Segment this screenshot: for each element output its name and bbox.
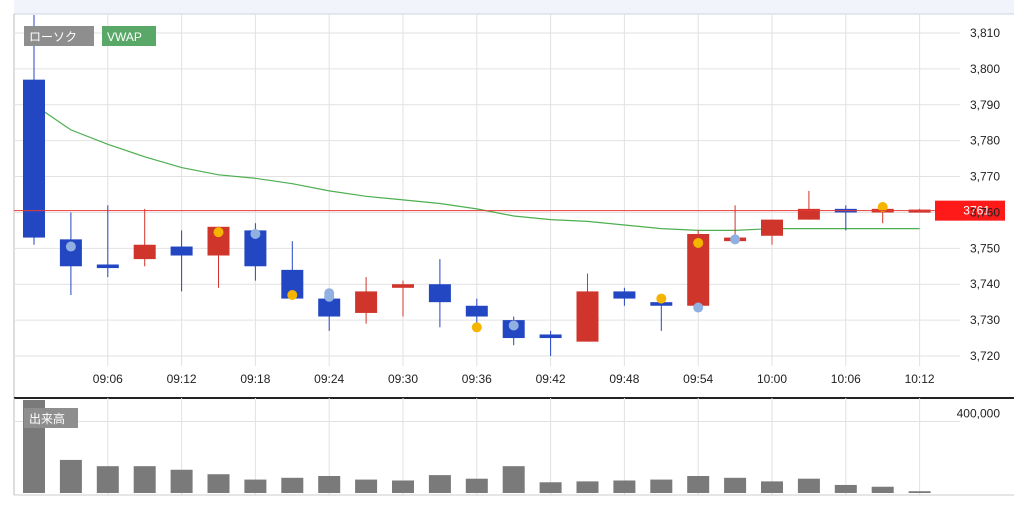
legend-vwap-label: VWAP [107, 30, 142, 44]
time-tick-label: 10:12 [905, 372, 935, 386]
candle-body[interactable] [465, 305, 488, 317]
time-tick-label: 09:18 [240, 372, 270, 386]
volume-bar[interactable] [392, 480, 414, 493]
price-tick-label: 3,780 [970, 134, 1000, 148]
volume-bar[interactable] [761, 481, 783, 493]
volume-bar[interactable] [281, 477, 304, 493]
candle-body[interactable] [170, 246, 193, 256]
chart-svg: 3761 3,720 3,730 3,740 3,750 3,760 3,770 3,780… [13, 0, 1014, 496]
volume-bar[interactable] [797, 478, 820, 493]
price-panel: 3761 3,720 3,730 3,740 3,750 3,760 3,770 3,780… [13, 14, 1005, 398]
volume-bar[interactable] [871, 486, 894, 493]
time-axis-ticks: 09:06 09:12 09:18 09:24 09:30 09:36 09:42 09:48… [93, 372, 935, 386]
volume-title: 出来高 [29, 411, 65, 426]
trade-marker[interactable] [471, 322, 482, 333]
time-tick-label: 09:36 [462, 372, 492, 386]
time-tick-label: 09:48 [609, 372, 639, 386]
price-tick-label: 3,740 [970, 277, 1000, 291]
candle-body[interactable] [613, 291, 636, 299]
trade-marker[interactable] [324, 291, 335, 302]
volume-bar[interactable] [613, 480, 636, 493]
navigator-strip[interactable] [14, 0, 1014, 14]
volume-tick-label: 400,000 [957, 406, 1001, 420]
time-tick-label: 09:06 [93, 372, 123, 386]
candle-body[interactable] [23, 79, 45, 238]
volume-bar[interactable] [834, 484, 857, 493]
candle-body[interactable] [428, 284, 451, 303]
volume-bar[interactable] [170, 469, 193, 493]
time-gridlines [107, 14, 921, 366]
legend-candle-label: ローソク [29, 30, 77, 44]
candle-body[interactable] [133, 244, 156, 260]
trade-marker[interactable] [250, 228, 261, 239]
time-tick-label: 09:12 [167, 372, 197, 386]
volume-bar[interactable] [465, 478, 488, 493]
candle-body[interactable] [576, 291, 599, 342]
volume-panel: 出来高 400,000 [13, 398, 1014, 496]
candle-body[interactable] [96, 264, 119, 269]
candle-body[interactable] [392, 284, 414, 288]
time-tick-label: 09:30 [388, 372, 418, 386]
volume-axis-ticks: 400,000 [957, 406, 1001, 420]
price-tick-label: 3,770 [970, 170, 1000, 184]
volume-bar[interactable] [96, 466, 119, 493]
trade-marker[interactable] [693, 302, 704, 313]
volume-bar[interactable] [244, 479, 267, 493]
volume-bar[interactable] [576, 481, 599, 493]
trade-marker[interactable] [508, 320, 519, 331]
current-price-layer: 3761 [14, 200, 1005, 221]
price-tick-label: 3,720 [970, 349, 1000, 363]
price-tick-label: 3,730 [970, 313, 1000, 327]
trade-marker[interactable] [730, 234, 741, 245]
volume-bar[interactable] [908, 491, 931, 493]
volume-bar[interactable] [687, 476, 710, 493]
price-tick-label: 3,750 [970, 241, 1000, 255]
volume-bar[interactable] [207, 474, 230, 493]
stock-chart: 3761 3,720 3,730 3,740 3,750 3,760 3,770 3,780… [0, 0, 1024, 505]
volume-bar[interactable] [59, 459, 82, 493]
trade-marker[interactable] [693, 237, 704, 248]
candle-body[interactable] [761, 219, 783, 236]
volume-bar[interactable] [428, 475, 451, 493]
volume-bar[interactable] [355, 479, 378, 493]
trade-marker[interactable] [213, 227, 224, 238]
time-tick-label: 10:00 [757, 372, 787, 386]
trade-marker[interactable] [65, 241, 76, 252]
volume-bar[interactable] [724, 477, 747, 493]
price-tick-label: 3,800 [970, 62, 1000, 76]
trade-marker[interactable] [656, 293, 667, 304]
trade-marker[interactable] [287, 289, 298, 300]
price-tick-label: 3,790 [970, 98, 1000, 112]
candle-body[interactable] [539, 334, 562, 339]
price-tick-label: 3,810 [970, 26, 1000, 40]
candle-body[interactable] [355, 291, 378, 313]
time-tick-label: 09:24 [314, 372, 344, 386]
volume-bar[interactable] [502, 466, 525, 493]
volume-bar[interactable] [650, 479, 673, 493]
time-tick-label: 10:06 [831, 372, 861, 386]
price-tick-label: 3,760 [970, 205, 1000, 219]
price-axis-ticks: 3,720 3,730 3,740 3,750 3,760 3,770 3,780 3,790… [970, 26, 1000, 363]
volume-bar[interactable] [318, 476, 341, 493]
time-tick-label: 09:54 [683, 372, 713, 386]
volume-bar[interactable] [133, 466, 156, 493]
legend: ローソク VWAP [24, 26, 156, 46]
volume-bar[interactable] [539, 482, 562, 493]
time-tick-label: 09:42 [536, 372, 566, 386]
